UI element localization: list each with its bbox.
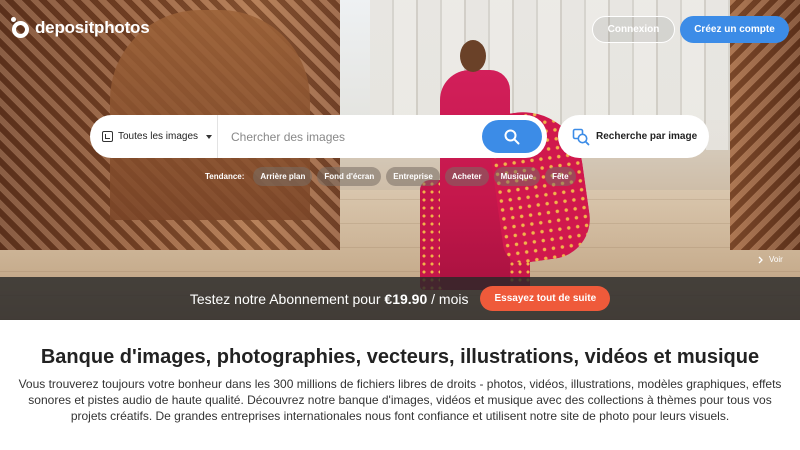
search-input[interactable] [218,115,482,158]
logo[interactable]: depositphotos [11,17,150,38]
search-icon [504,129,520,144]
trending-tag[interactable]: Entreprise [386,167,440,186]
trending-tag[interactable]: Musique [493,167,541,186]
view-image-label: Voir [769,255,783,264]
promo-price: €19.90 [384,290,428,307]
try-now-button[interactable]: Essayez tout de suite [480,286,611,311]
trending-tag[interactable]: Arrière plan [253,167,313,186]
trending-tag[interactable]: Acheter [444,167,489,186]
trending-tag[interactable]: Fond d'écran [317,167,382,186]
hero-woman-figure [420,40,596,290]
logo-icon [11,17,29,38]
promo-bar: Testez notre Abonnement pour €19.90 / mo… [0,277,800,320]
search-bar: Toutes les images [90,115,547,158]
visual-search-icon [572,128,590,145]
promo-text: Testez notre Abonnement pour €19.90 / mo… [189,290,469,307]
chevron-down-icon [206,134,213,139]
visual-search-button[interactable]: Recherche par image [558,115,709,158]
image-icon [102,131,113,142]
view-image-link[interactable]: Voir [758,255,783,264]
trending-tags: Tendance: Arrière plan Fond d'écran Entr… [205,167,576,186]
page-headline: Banque d'images, photographies, vecteurs… [40,346,760,368]
category-select-label: Toutes les images [118,131,199,142]
login-button[interactable]: Connexion [592,16,675,43]
visual-search-label: Recherche par image [596,131,698,142]
search-button[interactable] [482,120,542,153]
category-select[interactable]: Toutes les images [90,115,218,158]
page-description: Vous trouverez toujours votre bonheur da… [18,377,782,423]
trending-label: Tendance: [205,172,245,181]
hero-image [0,0,800,320]
chevron-right-icon [758,256,763,263]
logo-text: depositphotos [35,17,150,37]
signup-button[interactable]: Créez un compte [680,16,789,43]
trending-tag[interactable]: Fête [545,167,576,186]
